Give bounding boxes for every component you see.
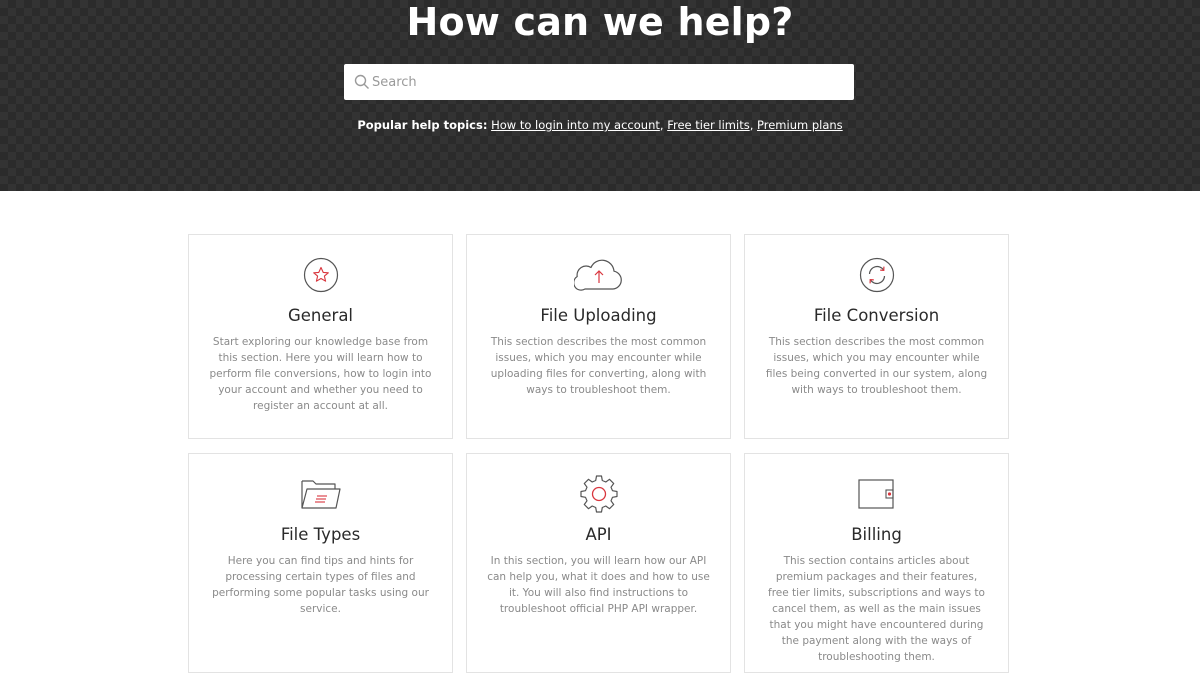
card-description: This section contains articles about pre… <box>768 555 985 663</box>
popular-link-premium[interactable]: Premium plans <box>757 118 843 132</box>
card-title: Billing <box>851 525 902 544</box>
refresh-icon <box>859 257 894 293</box>
card-title: File Types <box>280 525 361 544</box>
search-icon <box>354 74 369 89</box>
hero-banner: How can we help? Popular help topics: Ho… <box>0 0 1200 191</box>
card-title: File Uploading <box>540 306 657 325</box>
star-icon <box>303 257 338 293</box>
card-title: General <box>287 306 354 325</box>
category-card-file-types[interactable]: File Types Here you can find tips and hi… <box>188 453 453 673</box>
category-card-api[interactable]: API In this section, you will learn how … <box>466 453 731 673</box>
popular-topics-label: Popular help topics: <box>357 118 488 132</box>
card-description: This section describes the most common i… <box>490 336 707 396</box>
popular-link-free-tier[interactable]: Free tier limits <box>667 118 750 132</box>
category-grid: General Start exploring our knowledge ba… <box>188 234 1010 673</box>
page-title: How can we help? <box>406 0 794 44</box>
gear-icon <box>579 475 618 513</box>
popular-topics: Popular help topics: How to login into m… <box>357 118 843 132</box>
category-card-file-conversion[interactable]: File Conversion This section describes t… <box>744 234 1009 439</box>
category-card-billing[interactable]: Billing This section contains articles a… <box>744 453 1009 673</box>
card-title: File Conversion <box>813 306 940 325</box>
popular-link-login[interactable]: How to login into my account <box>491 118 660 132</box>
search-box[interactable] <box>344 64 854 100</box>
card-description: This section describes the most common i… <box>765 336 988 396</box>
card-description: Here you can find tips and hints for pro… <box>212 555 429 615</box>
category-card-general[interactable]: General Start exploring our knowledge ba… <box>188 234 453 439</box>
card-description: In this section, you will learn how our … <box>487 555 710 615</box>
cloud-upload-icon <box>573 259 622 291</box>
card-title: API <box>585 525 612 544</box>
wallet-icon <box>857 479 894 509</box>
category-card-file-uploading[interactable]: File Uploading This section describes th… <box>466 234 731 439</box>
card-description: Start exploring our knowledge base from … <box>209 336 432 412</box>
search-input[interactable] <box>372 64 842 100</box>
folder-icon <box>300 480 341 509</box>
